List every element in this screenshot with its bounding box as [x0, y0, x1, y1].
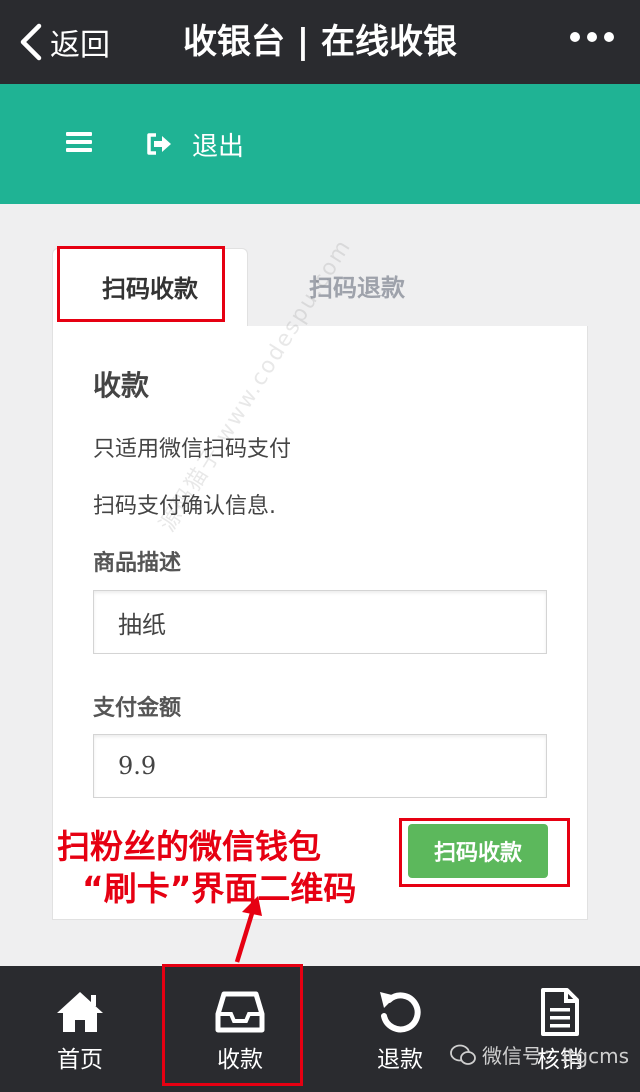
product-description-label: 商品描述 — [93, 551, 182, 576]
scan-collect-button[interactable]: 扫码收款 — [408, 824, 548, 878]
nav-item-refund[interactable]: 退款 — [320, 966, 480, 1092]
panel-description: 只适用微信扫码支付 — [93, 437, 292, 462]
page-title: 收银台 | 在线收银 — [182, 22, 458, 62]
more-dot — [587, 32, 597, 42]
annotation-arrow-icon — [234, 896, 262, 963]
payment-amount-input[interactable] — [93, 734, 547, 798]
annotation-text-secondary: “刷卡”界面二维码 — [82, 869, 357, 908]
more-dots-icon — [570, 32, 580, 42]
nav-item-collect[interactable]: 收款 — [160, 966, 320, 1092]
top-bar: 返回 收银台 | 在线收银 — [0, 0, 640, 84]
nav-item-verify[interactable]: 核销 — [480, 966, 640, 1092]
tab-label: 扫码收款 — [102, 275, 198, 303]
wechat-icon — [450, 1044, 476, 1065]
tab-scan-collect[interactable]: 扫码收款 — [52, 248, 248, 329]
home-icon — [57, 992, 103, 1032]
nav-label: 收款 — [217, 1047, 263, 1073]
document-icon — [541, 988, 579, 1036]
nav-label: 首页 — [57, 1047, 103, 1073]
app-header — [0, 84, 640, 204]
wechat-account-label: 微信号：itgcms — [482, 1044, 629, 1068]
annotation-text: 扫粉丝的微信钱包 — [57, 827, 321, 866]
refresh-icon — [380, 992, 421, 1033]
logout-button[interactable]: 退出 — [146, 124, 244, 164]
payment-amount-label: 支付金额 — [93, 696, 182, 721]
more-menu-button[interactable] — [570, 32, 614, 42]
wechat-account-watermark: 微信号：itgcms — [450, 1040, 629, 1069]
product-description-input[interactable] — [93, 590, 547, 654]
nav-item-home[interactable]: 首页 — [0, 966, 160, 1092]
logout-label: 退出 — [192, 131, 245, 162]
inbox-icon — [215, 991, 265, 1033]
hamburger-menu-icon[interactable] — [66, 132, 92, 152]
logout-icon — [147, 133, 171, 155]
more-dot — [604, 32, 614, 42]
panel-description-secondary: 扫码支付确认信息. — [93, 494, 276, 519]
panel-title: 收款 — [93, 369, 150, 402]
